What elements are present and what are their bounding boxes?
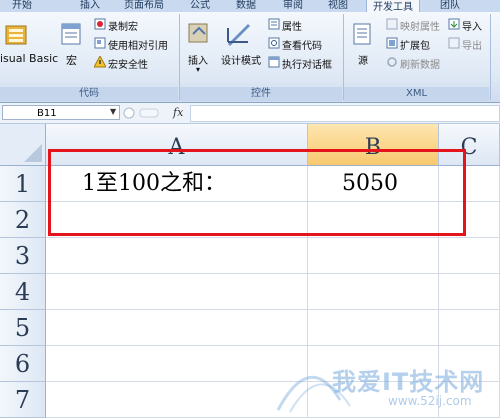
view-code-icon: [268, 37, 280, 49]
row-header-2[interactable]: 2: [0, 202, 46, 238]
import-button[interactable]: 导入: [462, 18, 482, 33]
chevron-down-icon: ▾: [196, 65, 201, 74]
cell-b4[interactable]: [308, 274, 439, 310]
tab-review[interactable]: 审阅: [283, 0, 303, 11]
cell-c4[interactable]: [439, 274, 500, 310]
tab-view[interactable]: 视图: [328, 0, 348, 11]
tab-formulas[interactable]: 公式: [190, 0, 210, 11]
design-mode-icon: [227, 24, 250, 46]
cell-c3[interactable]: [439, 238, 500, 274]
group-label-controls: 控件: [180, 87, 342, 101]
refresh-data-icon: [387, 57, 397, 67]
view-code-button[interactable]: 查看代码: [282, 37, 322, 52]
macro-security-button[interactable]: 宏安全性: [108, 56, 148, 71]
run-dialog-icon: [268, 56, 280, 68]
visual-basic-icon: [5, 25, 27, 45]
tab-team[interactable]: 团队: [440, 0, 460, 11]
import-icon: [448, 18, 460, 30]
map-properties-button[interactable]: 映射属性: [400, 18, 440, 33]
formula-bar-resize-handle[interactable]: [122, 107, 162, 119]
tab-page-layout[interactable]: 页面布局: [124, 0, 164, 11]
export-icon: [448, 37, 460, 49]
name-box-dropdown-icon[interactable]: ▼: [110, 107, 116, 116]
ribbon: isual Basic 宏 录制宏 使用相对引用 宏安全性 代码 插入 ▾ 设计…: [0, 12, 500, 103]
relative-reference-button[interactable]: 使用相对引用: [108, 37, 168, 52]
group-label-code: 代码: [0, 87, 178, 101]
record-macro-button[interactable]: 录制宏: [108, 18, 138, 33]
tab-data[interactable]: 数据: [236, 0, 256, 11]
properties-icon: [268, 18, 280, 30]
cell-a5[interactable]: [46, 310, 308, 346]
row-header-7[interactable]: 7: [0, 382, 46, 418]
tab-home[interactable]: 开始: [12, 0, 32, 11]
refresh-data-button[interactable]: 刷新数据: [400, 56, 440, 71]
ribbon-tab-bar: 开始 插入 页面布局 公式 数据 审阅 视图 开发工具 团队: [0, 0, 500, 12]
cell-a7[interactable]: [46, 382, 308, 418]
export-button[interactable]: 导出: [462, 37, 482, 52]
insert-function-button[interactable]: fx: [173, 106, 183, 119]
relative-reference-icon: [94, 37, 106, 49]
name-box[interactable]: B11: [2, 105, 120, 120]
highlight-box: [48, 149, 466, 236]
cell-b3[interactable]: [308, 238, 439, 274]
row-header-6[interactable]: 6: [0, 346, 46, 382]
insert-controls-icon: [188, 23, 208, 43]
formula-input[interactable]: [190, 105, 500, 122]
xml-source-button[interactable]: 源: [358, 52, 368, 67]
tab-insert[interactable]: 插入: [80, 0, 100, 11]
macros-button[interactable]: 宏: [66, 52, 77, 68]
xml-source-icon: [353, 23, 371, 45]
tab-developer[interactable]: 开发工具: [366, 0, 420, 12]
row-header-1[interactable]: 1: [0, 166, 46, 202]
row-header-3[interactable]: 3: [0, 238, 46, 274]
warning-icon: [94, 56, 106, 68]
cell-a4[interactable]: [46, 274, 308, 310]
design-mode-button[interactable]: 设计模式: [221, 52, 261, 67]
group-label-xml: XML: [344, 87, 489, 101]
watermark-text: 我爱IT技术网: [332, 368, 485, 396]
watermark: 我爱IT技术网 www.52ij.com: [270, 340, 500, 418]
group-divider: [490, 14, 491, 100]
expansion-packs-button[interactable]: 扩展包: [400, 37, 430, 52]
select-all-button[interactable]: [0, 124, 46, 166]
map-properties-icon: [386, 18, 398, 30]
formula-bar: B11 ▼ fx: [0, 103, 500, 124]
expansion-packs-icon: [386, 37, 398, 49]
macros-icon: [61, 23, 81, 45]
record-macro-icon: [94, 18, 106, 30]
visual-basic-button[interactable]: isual Basic: [0, 52, 58, 65]
properties-button[interactable]: 属性: [282, 18, 302, 33]
row-header-5[interactable]: 5: [0, 310, 46, 346]
row-header-4[interactable]: 4: [0, 274, 46, 310]
cell-a6[interactable]: [46, 346, 308, 382]
run-dialog-button[interactable]: 执行对话框: [282, 56, 332, 71]
cell-a3[interactable]: [46, 238, 308, 274]
watermark-url: www.52ij.com: [388, 394, 472, 408]
